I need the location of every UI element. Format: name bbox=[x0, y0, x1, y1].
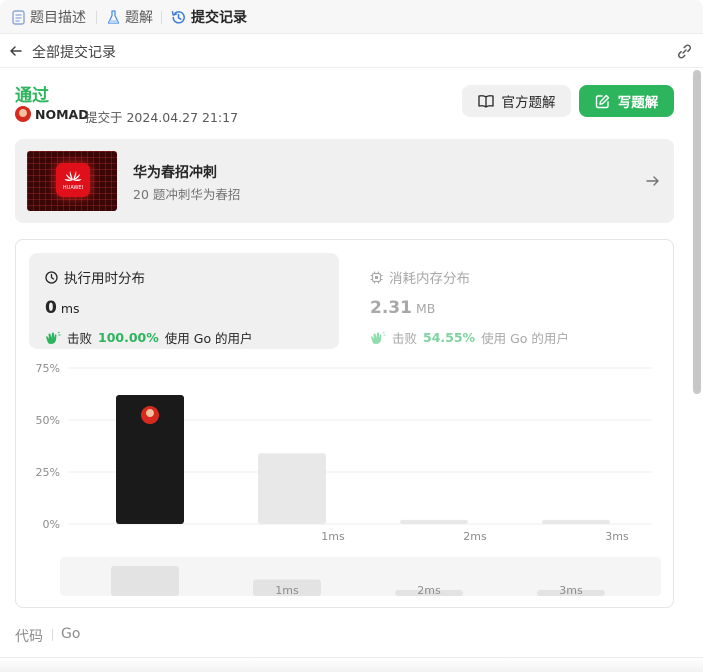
x-tick-label: 1ms bbox=[321, 530, 345, 543]
link-icon[interactable] bbox=[676, 43, 693, 60]
avatar[interactable] bbox=[15, 106, 31, 122]
y-tick-label: 75% bbox=[36, 362, 60, 375]
promo-title: 华为春招冲刺 bbox=[133, 165, 217, 181]
book-icon bbox=[477, 95, 494, 108]
bar-avatar-face bbox=[146, 409, 154, 418]
flask-icon bbox=[107, 9, 120, 24]
tab-divider bbox=[161, 11, 162, 24]
official-solution-label: 官方题解 bbox=[501, 95, 556, 111]
y-tick-label: 50% bbox=[36, 414, 60, 427]
write-solution-label: 写题解 bbox=[617, 95, 659, 111]
promo-card[interactable]: HUAWEI 华为春招冲刺 20 题冲刺华为春招 bbox=[15, 139, 674, 223]
tab-label: 题目描述 bbox=[30, 10, 86, 26]
performance-panel: 执行用时分布 0 ms 击败 100.00% 使用 Go 的用户 消耗内存分布 2… bbox=[15, 239, 674, 608]
y-tick-label: 25% bbox=[36, 466, 60, 479]
promo-logo-text: HUAWEI bbox=[62, 185, 84, 191]
overview-tick-label: 2ms bbox=[417, 584, 441, 597]
promo-image: HUAWEI bbox=[27, 151, 117, 211]
overview-tick-label: 1ms bbox=[275, 584, 299, 597]
tab-label: 题解 bbox=[125, 10, 153, 26]
tab-divider bbox=[96, 11, 97, 24]
submission-status: 通过 bbox=[15, 86, 49, 106]
official-solution-button[interactable]: 官方题解 bbox=[462, 85, 571, 117]
tab-submissions[interactable]: 提交记录 bbox=[171, 0, 247, 34]
write-solution-button[interactable]: 写题解 bbox=[579, 85, 674, 117]
runtime-distribution-chart[interactable]: 75% 50% 25% 0% 1ms 2ms 3ms 1ms 2ms 3ms bbox=[16, 240, 673, 607]
overview-tick-label: 3ms bbox=[559, 584, 583, 597]
tab-bar: 题目描述 题解 提交记录 bbox=[0, 0, 703, 34]
x-tick-label: 3ms bbox=[605, 530, 629, 543]
overview-bar bbox=[111, 566, 179, 596]
code-language: Go bbox=[61, 626, 81, 642]
bar bbox=[542, 519, 610, 524]
huawei-logo-icon bbox=[56, 163, 90, 197]
username[interactable]: NOMAD bbox=[35, 107, 89, 122]
bar bbox=[400, 519, 468, 524]
arrow-right-icon[interactable] bbox=[645, 173, 661, 189]
bar bbox=[258, 453, 326, 524]
code-label: 代码 bbox=[15, 629, 43, 645]
code-divider bbox=[52, 629, 53, 641]
arrow-left-icon[interactable] bbox=[8, 43, 24, 59]
submitted-time: 提交于 2024.04.27 21:17 bbox=[85, 110, 239, 125]
x-tick-label: 2ms bbox=[463, 530, 487, 543]
all-submissions-title[interactable]: 全部提交记录 bbox=[32, 42, 116, 62]
y-tick-label: 0% bbox=[43, 518, 60, 531]
tab-description[interactable]: 题目描述 bbox=[12, 0, 86, 34]
edit-icon bbox=[595, 94, 609, 108]
promo-subtitle: 20 题冲刺华为春招 bbox=[133, 187, 241, 202]
scrollbar-thumb[interactable] bbox=[693, 70, 701, 394]
subheader: 全部提交记录 bbox=[0, 34, 703, 68]
history-icon bbox=[171, 10, 185, 24]
tab-label: 提交记录 bbox=[191, 10, 247, 26]
tab-solutions[interactable]: 题解 bbox=[107, 0, 153, 34]
document-icon bbox=[12, 9, 25, 25]
code-editor-edge bbox=[0, 657, 703, 672]
